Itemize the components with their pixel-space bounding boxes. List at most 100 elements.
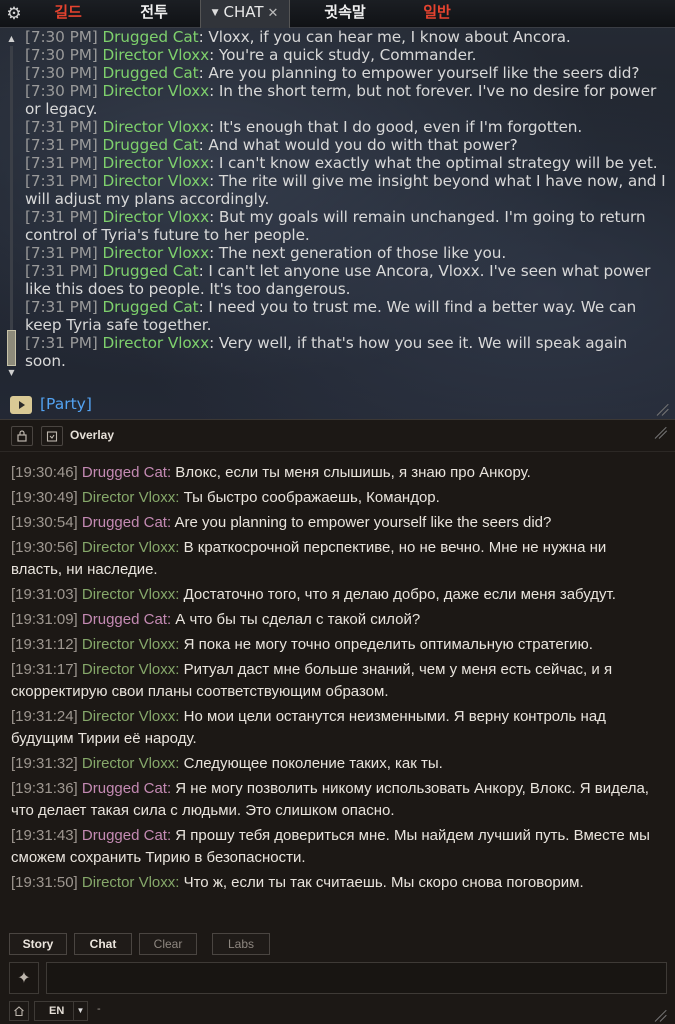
tab-chat[interactable]: ▼ CHAT ✕	[200, 0, 290, 28]
message-timestamp: [19:31:36]	[11, 780, 78, 797]
message-speaker[interactable]: Director Vloxx	[102, 154, 209, 172]
message-speaker[interactable]: Drugged Cat	[82, 780, 167, 797]
message-text: : I can't know exactly what the optimal …	[209, 154, 658, 172]
message-timestamp: [7:31 PM]	[25, 172, 98, 190]
speech-bubble-icon[interactable]	[10, 396, 32, 414]
game-chat-log: [7:30 PM] Drugged Cat: Vloxx, if you can…	[25, 28, 670, 370]
chat-message: [7:31 PM] Drugged Cat: I can't let anyon…	[25, 262, 670, 298]
scroll-down-icon[interactable]: ▼	[6, 368, 17, 378]
resize-grip-icon[interactable]	[656, 403, 669, 416]
message-text: Следующее поколение таких, как ты.	[179, 755, 443, 772]
chat-message: [19:30:56] Director Vloxx: В краткосрочн…	[11, 537, 661, 581]
scroll-track[interactable]	[10, 46, 13, 362]
message-speaker[interactable]: Director Vloxx	[102, 118, 209, 136]
message-speaker[interactable]: Director Vloxx	[102, 46, 209, 64]
message-speaker[interactable]: Drugged Cat	[102, 64, 198, 82]
message-speaker[interactable]: Director Vloxx	[102, 82, 209, 100]
message-timestamp: [19:31:17]	[11, 661, 78, 678]
language-select[interactable]: EN ▼	[34, 1001, 88, 1021]
chevron-down-icon[interactable]: ▼	[212, 8, 219, 18]
tab-combat[interactable]: 전투	[114, 0, 194, 28]
labs-button[interactable]: Labs	[212, 933, 270, 955]
chat-message: [7:31 PM] Director Vloxx: The next gener…	[25, 244, 670, 262]
tab-whisper[interactable]: 귓속말	[300, 0, 390, 28]
message-text: Ты быстро соображаешь, Командор.	[179, 489, 440, 506]
message-timestamp: [19:30:54]	[11, 514, 78, 531]
message-timestamp: [7:31 PM]	[25, 298, 98, 316]
gear-icon[interactable]: ⚙	[4, 4, 24, 24]
alarm-clock-icon[interactable]	[41, 426, 63, 446]
message-speaker[interactable]: Drugged Cat	[102, 136, 198, 154]
message-speaker[interactable]: Drugged Cat	[82, 611, 167, 628]
scroll-thumb[interactable]	[7, 330, 16, 366]
message-text: : Are you planning to empower yourself l…	[198, 64, 640, 82]
channel-label[interactable]: [Party]	[40, 394, 92, 414]
chat-message: [19:31:03] Director Vloxx: Достаточно то…	[11, 584, 661, 606]
tab-guild-label: 길드	[54, 3, 82, 21]
message-speaker[interactable]: Drugged Cat	[102, 28, 198, 46]
message-timestamp: [7:31 PM]	[25, 262, 98, 280]
language-value: EN	[49, 1005, 65, 1017]
message-timestamp: [7:31 PM]	[25, 334, 98, 352]
resize-grip-icon[interactable]	[654, 426, 668, 439]
message-timestamp: [7:30 PM]	[25, 64, 98, 82]
close-icon[interactable]: ✕	[268, 6, 279, 21]
message-speaker[interactable]: Director Vloxx	[82, 661, 175, 678]
message-speaker[interactable]: Drugged Cat	[82, 514, 167, 531]
message-speaker[interactable]: Drugged Cat	[102, 298, 198, 316]
tab-guild[interactable]: 길드	[30, 0, 106, 28]
language-note: -	[97, 1003, 101, 1015]
message-speaker[interactable]: Director Vloxx	[82, 755, 175, 772]
message-text: А что бы ты сделал с такой силой?	[171, 611, 421, 628]
chat-message: [19:31:09] Drugged Cat: А что бы ты сдел…	[11, 609, 661, 631]
message-speaker[interactable]: Director Vloxx	[82, 489, 175, 506]
tab-general[interactable]: 일반	[398, 0, 476, 28]
clear-button[interactable]: Clear	[139, 933, 197, 955]
message-speaker[interactable]: Director Vloxx	[82, 874, 175, 891]
chat-message: [7:31 PM] Drugged Cat: And what would yo…	[25, 136, 670, 154]
tab-general-label: 일반	[423, 3, 451, 21]
chat-button[interactable]: Chat	[74, 933, 132, 955]
message-timestamp: [19:31:12]	[11, 636, 78, 653]
message-text: : Vloxx, if you can hear me, I know abou…	[198, 28, 571, 46]
message-timestamp: [7:31 PM]	[25, 208, 98, 226]
message-timestamp: [7:31 PM]	[25, 136, 98, 154]
story-button[interactable]: Story	[9, 933, 67, 955]
chat-tab-bar: ⚙ 길드 전투 ▼ CHAT ✕ 귓속말 일반	[0, 0, 675, 28]
message-timestamp: [19:30:46]	[11, 464, 78, 481]
overlay-header: Overlay	[0, 420, 675, 452]
message-timestamp: [7:31 PM]	[25, 118, 98, 136]
chat-message: [7:31 PM] Director Vloxx: Very well, if …	[25, 334, 670, 370]
chat-message: [7:31 PM] Director Vloxx: It's enough th…	[25, 118, 670, 136]
chevron-down-icon[interactable]: ▼	[73, 1002, 87, 1020]
message-speaker[interactable]: Director Vloxx	[82, 636, 175, 653]
sparkle-icon[interactable]: ✦	[9, 962, 39, 994]
message-timestamp: [19:31:09]	[11, 611, 78, 628]
message-timestamp: [19:31:50]	[11, 874, 78, 891]
chat-input[interactable]	[46, 962, 667, 994]
overlay-chat-log: [19:30:46] Drugged Cat: Влокс, если ты м…	[11, 462, 661, 897]
overlay-title: Overlay	[70, 428, 115, 442]
lock-icon[interactable]	[11, 426, 33, 446]
scroll-up-icon[interactable]: ▲	[6, 34, 17, 44]
message-text: Are you planning to empower yourself lik…	[171, 514, 552, 531]
chat-message: [19:31:24] Director Vloxx: Но мои цели о…	[11, 706, 661, 750]
message-speaker[interactable]: Director Vloxx	[102, 334, 209, 352]
resize-grip-icon[interactable]	[654, 1009, 667, 1022]
message-speaker[interactable]: Drugged Cat	[82, 464, 167, 481]
message-speaker[interactable]: Director Vloxx	[82, 708, 175, 725]
chat-message: [7:31 PM] Director Vloxx: But my goals w…	[25, 208, 670, 244]
message-text: Я пока не могу точно определить оптималь…	[179, 636, 593, 653]
message-speaker[interactable]: Director Vloxx	[82, 586, 175, 603]
message-text: : You're a quick study, Commander.	[209, 46, 477, 64]
message-speaker[interactable]: Drugged Cat	[82, 827, 167, 844]
tab-chat-label: CHAT	[223, 3, 264, 21]
message-speaker[interactable]: Director Vloxx	[82, 539, 175, 556]
message-speaker[interactable]: Director Vloxx	[102, 244, 209, 262]
message-speaker[interactable]: Director Vloxx	[102, 208, 209, 226]
chat-message: [19:31:50] Director Vloxx: Что ж, если т…	[11, 872, 661, 894]
chat-scrollbar[interactable]: ▲ ▼	[6, 34, 17, 382]
home-icon[interactable]	[9, 1001, 29, 1021]
message-speaker[interactable]: Drugged Cat	[102, 262, 198, 280]
message-speaker[interactable]: Director Vloxx	[102, 172, 209, 190]
